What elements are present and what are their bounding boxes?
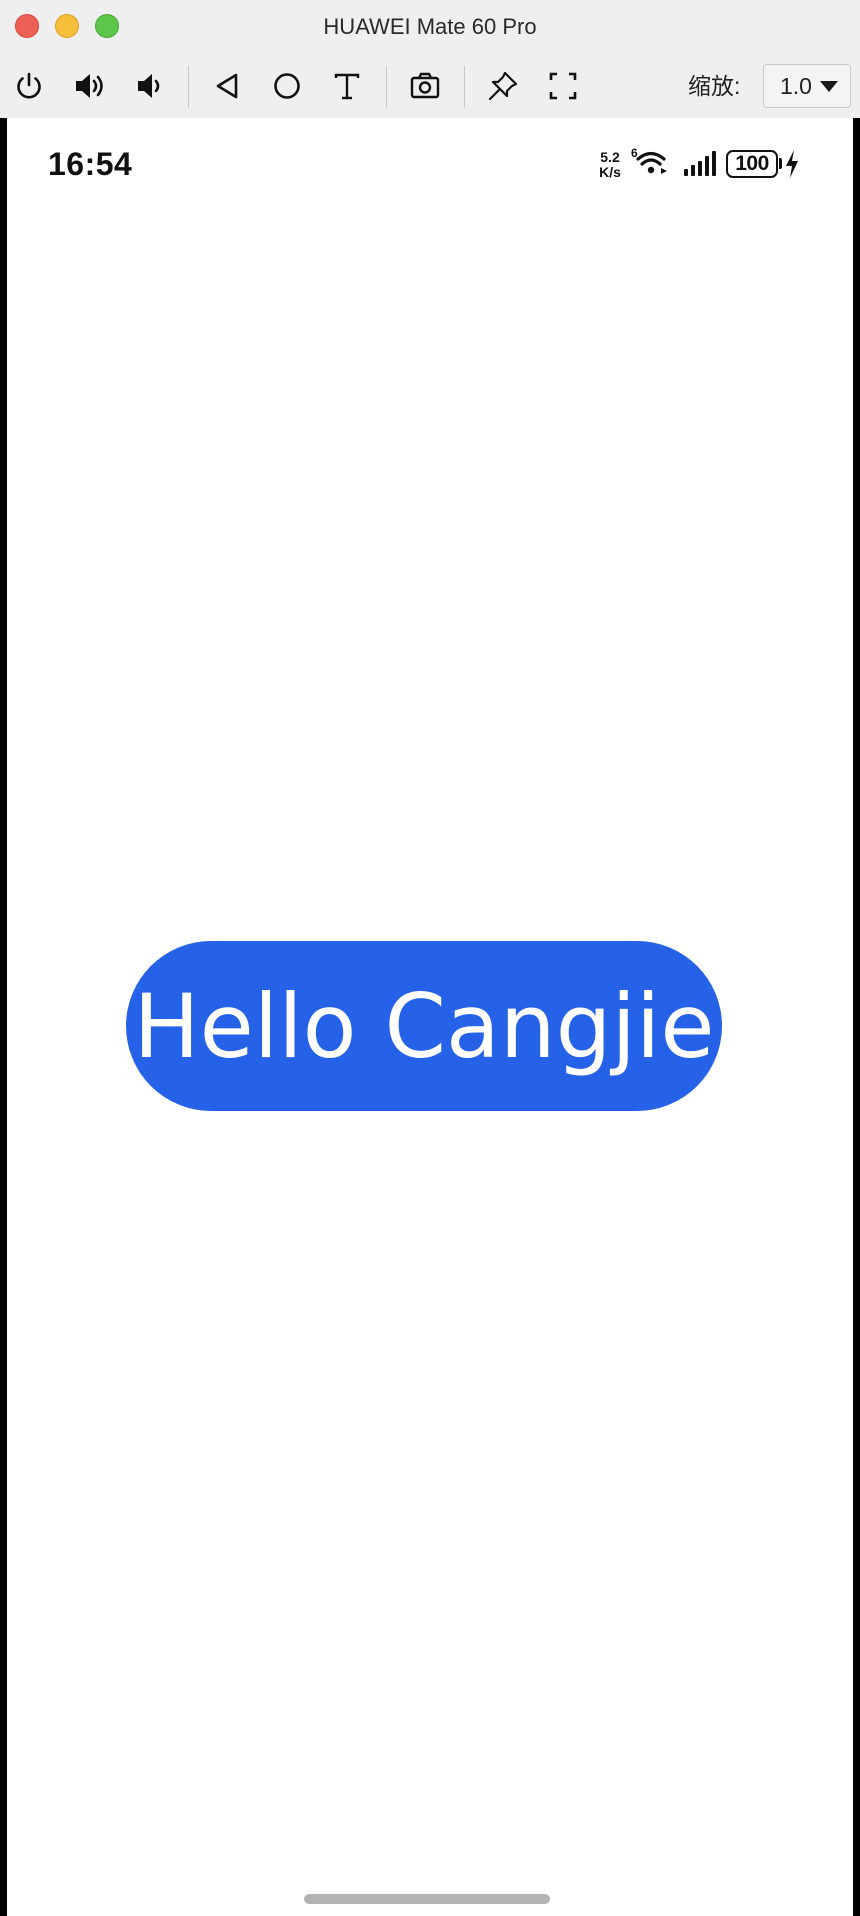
home-icon xyxy=(274,73,300,99)
volume-down-icon xyxy=(138,74,160,98)
power-button[interactable] xyxy=(7,64,51,108)
network-speed-value: 5.2 xyxy=(600,149,620,165)
volume-down-button[interactable] xyxy=(127,64,171,108)
hello-cangjie-button[interactable]: Hello Cangjie xyxy=(126,941,722,1111)
charging-icon xyxy=(786,150,798,178)
fullscreen-button[interactable] xyxy=(541,64,585,108)
home-button[interactable] xyxy=(265,64,309,108)
text-input-icon xyxy=(334,73,360,100)
signal-icon xyxy=(684,151,716,176)
title-bar: HUAWEI Mate 60 Pro xyxy=(0,0,860,54)
network-speed: 5.2 K/s xyxy=(594,150,626,180)
battery-level: 100 xyxy=(735,152,769,175)
wifi-icon: 6 xyxy=(631,146,667,174)
screenshot-button[interactable] xyxy=(403,64,447,108)
volume-up-button[interactable] xyxy=(67,64,111,108)
network-speed-unit: K/s xyxy=(599,164,621,180)
window-title: HUAWEI Mate 60 Pro xyxy=(323,14,537,39)
power-icon xyxy=(17,72,41,99)
pin-button[interactable] xyxy=(481,64,525,108)
chevron-down-icon xyxy=(820,81,838,92)
fullscreen-icon xyxy=(549,72,577,100)
toolbar-separator xyxy=(188,66,189,108)
text-input-button[interactable] xyxy=(325,64,369,108)
volume-up-icon xyxy=(76,74,103,98)
battery-icon: 100 xyxy=(726,150,778,178)
back-icon xyxy=(216,73,238,99)
pin-icon xyxy=(488,71,518,101)
phone-screen: 16:54 5.2 K/s 6 100 Hello Cangjie xyxy=(7,118,853,1916)
back-button[interactable] xyxy=(205,64,249,108)
screenshot-icon xyxy=(410,72,440,99)
toolbar-separator xyxy=(386,66,387,108)
battery-tip xyxy=(779,158,782,169)
zoom-label: 缩放: xyxy=(688,73,741,99)
toolbar: 缩放: 1.0 xyxy=(0,54,860,118)
zoom-select[interactable]: 1.0 xyxy=(763,64,851,108)
toolbar-separator xyxy=(464,66,465,108)
zoom-value: 1.0 xyxy=(780,72,812,99)
simulator-window: HUAWEI Mate 60 Pro 缩放: 1.0 16:54 5.2 K/s… xyxy=(0,0,860,1916)
home-indicator[interactable] xyxy=(304,1894,550,1904)
status-time: 16:54 xyxy=(48,146,133,182)
